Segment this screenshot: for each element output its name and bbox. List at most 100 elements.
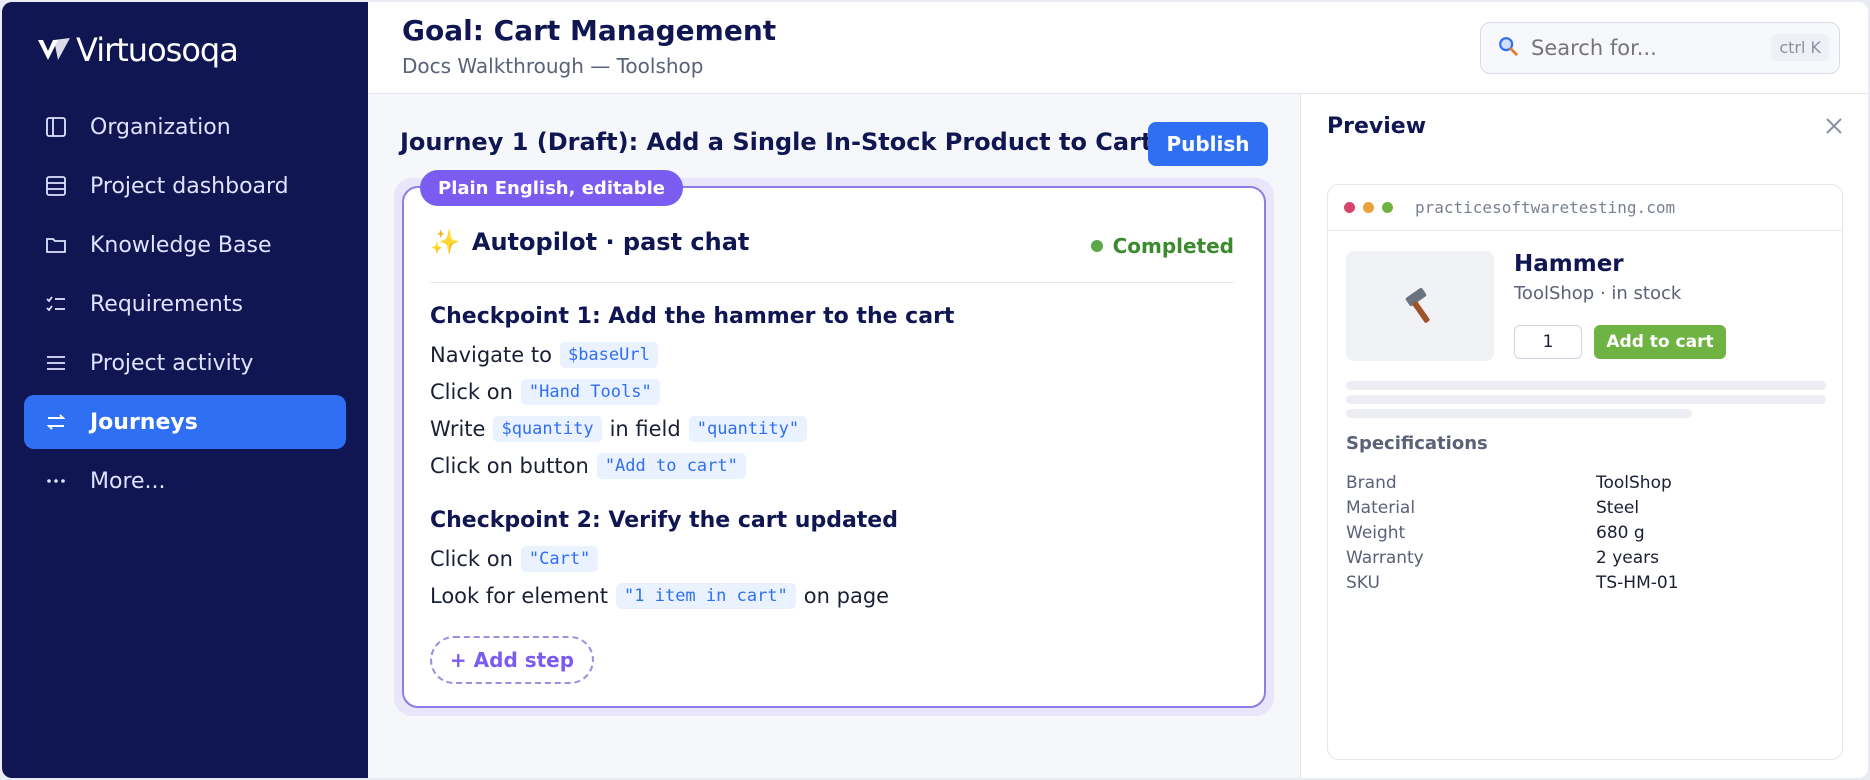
status-dot-icon — [1090, 240, 1103, 252]
sidebar-item-project-dashboard[interactable]: Project dashboard — [24, 159, 346, 213]
step-target: "Add to cart" — [596, 453, 746, 479]
specs-title: Specifications — [1346, 433, 1488, 454]
product-name: Hammer — [1514, 251, 1624, 277]
swap-arrows-icon — [42, 408, 70, 436]
sidebar-item-organization[interactable]: Organization — [24, 100, 346, 154]
sidebar-item-more[interactable]: More... — [24, 454, 346, 508]
checkpoint-2-title[interactable]: Checkpoint 2: Verify the cart updated — [430, 508, 898, 533]
autopilot-header[interactable]: ✨ Autopilot · past chat — [430, 228, 749, 256]
step-text: Click on — [430, 380, 513, 404]
window-close-dot-icon — [1344, 202, 1355, 213]
spec-value: TS-HM-01 — [1596, 573, 1679, 593]
placeholder-line — [1346, 395, 1826, 404]
sidebar-item-requirements[interactable]: Requirements — [24, 277, 346, 331]
journey-editor: Journey 1 (Draft): Add a Single In-Stock… — [368, 94, 1300, 778]
sidebar-item-label: Journeys — [90, 409, 198, 435]
step-text: Click on — [430, 547, 513, 571]
status-text: Completed — [1112, 234, 1234, 258]
step-variable: $baseUrl — [559, 342, 658, 368]
spec-row: Material Steel — [1346, 498, 1826, 518]
sidebar-item-label: Knowledge Base — [90, 232, 272, 258]
close-preview-button[interactable] — [1820, 112, 1848, 140]
spec-key: SKU — [1346, 573, 1380, 593]
page-title: Goal: Cart Management — [402, 14, 777, 47]
page-subtitle: Docs Walkthrough — Toolshop — [402, 54, 704, 78]
sparkles-icon: ✨ — [430, 228, 460, 256]
divider — [430, 282, 1234, 283]
step-target: "Hand Tools" — [520, 379, 660, 405]
spec-value: 680 g — [1596, 523, 1645, 543]
brand-name: Virtuosoqa — [76, 31, 239, 69]
sidebar-item-knowledge-base[interactable]: Knowledge Base — [24, 218, 346, 272]
sidebar: Virtuosoqa Organization Project dashboar… — [2, 2, 368, 778]
window-maximize-dot-icon — [1382, 202, 1393, 213]
spec-row: Brand ToolShop — [1346, 473, 1826, 493]
step-click-hand-tools[interactable]: Click on "Hand Tools" — [430, 379, 660, 405]
checklist-icon — [42, 290, 70, 318]
app-window: Virtuosoqa Organization Project dashboar… — [2, 2, 1868, 778]
step-text: Navigate to — [430, 343, 552, 367]
checkpoint-1-title[interactable]: Checkpoint 1: Add the hammer to the cart — [430, 304, 954, 329]
hammer-icon — [1405, 287, 1430, 323]
step-variable: $quantity — [493, 416, 602, 442]
product-image — [1346, 251, 1494, 361]
step-text: Look for element — [430, 584, 609, 608]
search-box[interactable]: ctrl K — [1480, 22, 1840, 74]
editable-badge: Plain English, editable — [420, 170, 684, 206]
close-icon — [1826, 118, 1842, 134]
sidebar-item-label: Project activity — [90, 350, 254, 376]
dashboard-icon — [42, 172, 70, 200]
step-target: "1 item in cart" — [616, 583, 796, 609]
journey-title: Journey 1 (Draft): Add a Single In-Stock… — [400, 128, 1153, 156]
step-target: "quantity" — [688, 416, 808, 442]
window-minimize-dot-icon — [1363, 202, 1374, 213]
shortcut-hint: ctrl K — [1771, 34, 1829, 61]
folder-icon — [42, 231, 70, 259]
sidebar-item-label: Organization — [90, 114, 231, 140]
add-step-button[interactable]: + Add step — [430, 636, 594, 684]
ellipsis-icon — [42, 467, 70, 495]
panel-icon — [42, 113, 70, 141]
browser-mockup: practicesoftwaretesting.com Hammer ToolS… — [1327, 184, 1843, 760]
quantity-input[interactable] — [1514, 325, 1582, 359]
top-header: Goal: Cart Management Docs Walkthrough —… — [368, 2, 1868, 94]
spec-row: Weight 680 g — [1346, 523, 1826, 543]
add-to-cart-button[interactable]: Add to cart — [1594, 325, 1726, 359]
autopilot-label: Autopilot · past chat — [471, 228, 750, 256]
step-target: "Cart" — [520, 546, 599, 572]
step-text: Click on button — [430, 454, 589, 478]
spec-value: 2 years — [1596, 548, 1660, 568]
step-text: on page — [803, 584, 890, 608]
step-click-cart[interactable]: Click on "Cart" — [430, 546, 599, 572]
brand-logo[interactable]: Virtuosoqa — [36, 30, 239, 70]
browser-url: practicesoftwaretesting.com — [1415, 198, 1676, 217]
placeholder-line — [1346, 409, 1692, 418]
sidebar-item-journeys[interactable]: Journeys — [24, 395, 346, 449]
sidebar-nav: Organization Project dashboard Knowledge… — [24, 100, 346, 513]
product-meta: ToolShop · in stock — [1514, 283, 1682, 304]
step-text: Write — [430, 417, 486, 441]
spec-key: Material — [1346, 498, 1416, 518]
spec-value: ToolShop — [1596, 473, 1672, 493]
step-navigate[interactable]: Navigate to $baseUrl — [430, 342, 658, 368]
placeholder-line — [1346, 381, 1826, 390]
spec-row: SKU TS-HM-01 — [1346, 573, 1826, 593]
step-text: in field — [609, 417, 681, 441]
sidebar-item-label: More... — [90, 468, 166, 494]
preview-panel: Preview practicesoftwaretesting.com Hamm… — [1300, 94, 1868, 778]
spec-row: Warranty 2 years — [1346, 548, 1826, 568]
sidebar-item-project-activity[interactable]: Project activity — [24, 336, 346, 390]
spec-key: Warranty — [1346, 548, 1424, 568]
publish-button[interactable]: Publish — [1148, 122, 1268, 166]
spec-key: Weight — [1346, 523, 1406, 543]
step-look-for-element[interactable]: Look for element "1 item in cart" on pag… — [430, 583, 889, 609]
sidebar-item-label: Requirements — [90, 291, 243, 317]
spec-key: Brand — [1346, 473, 1397, 493]
step-write-quantity[interactable]: Write $quantity in field "quantity" — [430, 416, 808, 442]
search-icon — [1497, 35, 1519, 61]
browser-bar: practicesoftwaretesting.com — [1328, 185, 1842, 231]
search-input[interactable] — [1531, 36, 1741, 60]
journey-card: ✨ Autopilot · past chat Completed Checkp… — [402, 186, 1266, 708]
sidebar-item-label: Project dashboard — [90, 173, 289, 199]
step-click-add-to-cart[interactable]: Click on button "Add to cart" — [430, 453, 746, 479]
